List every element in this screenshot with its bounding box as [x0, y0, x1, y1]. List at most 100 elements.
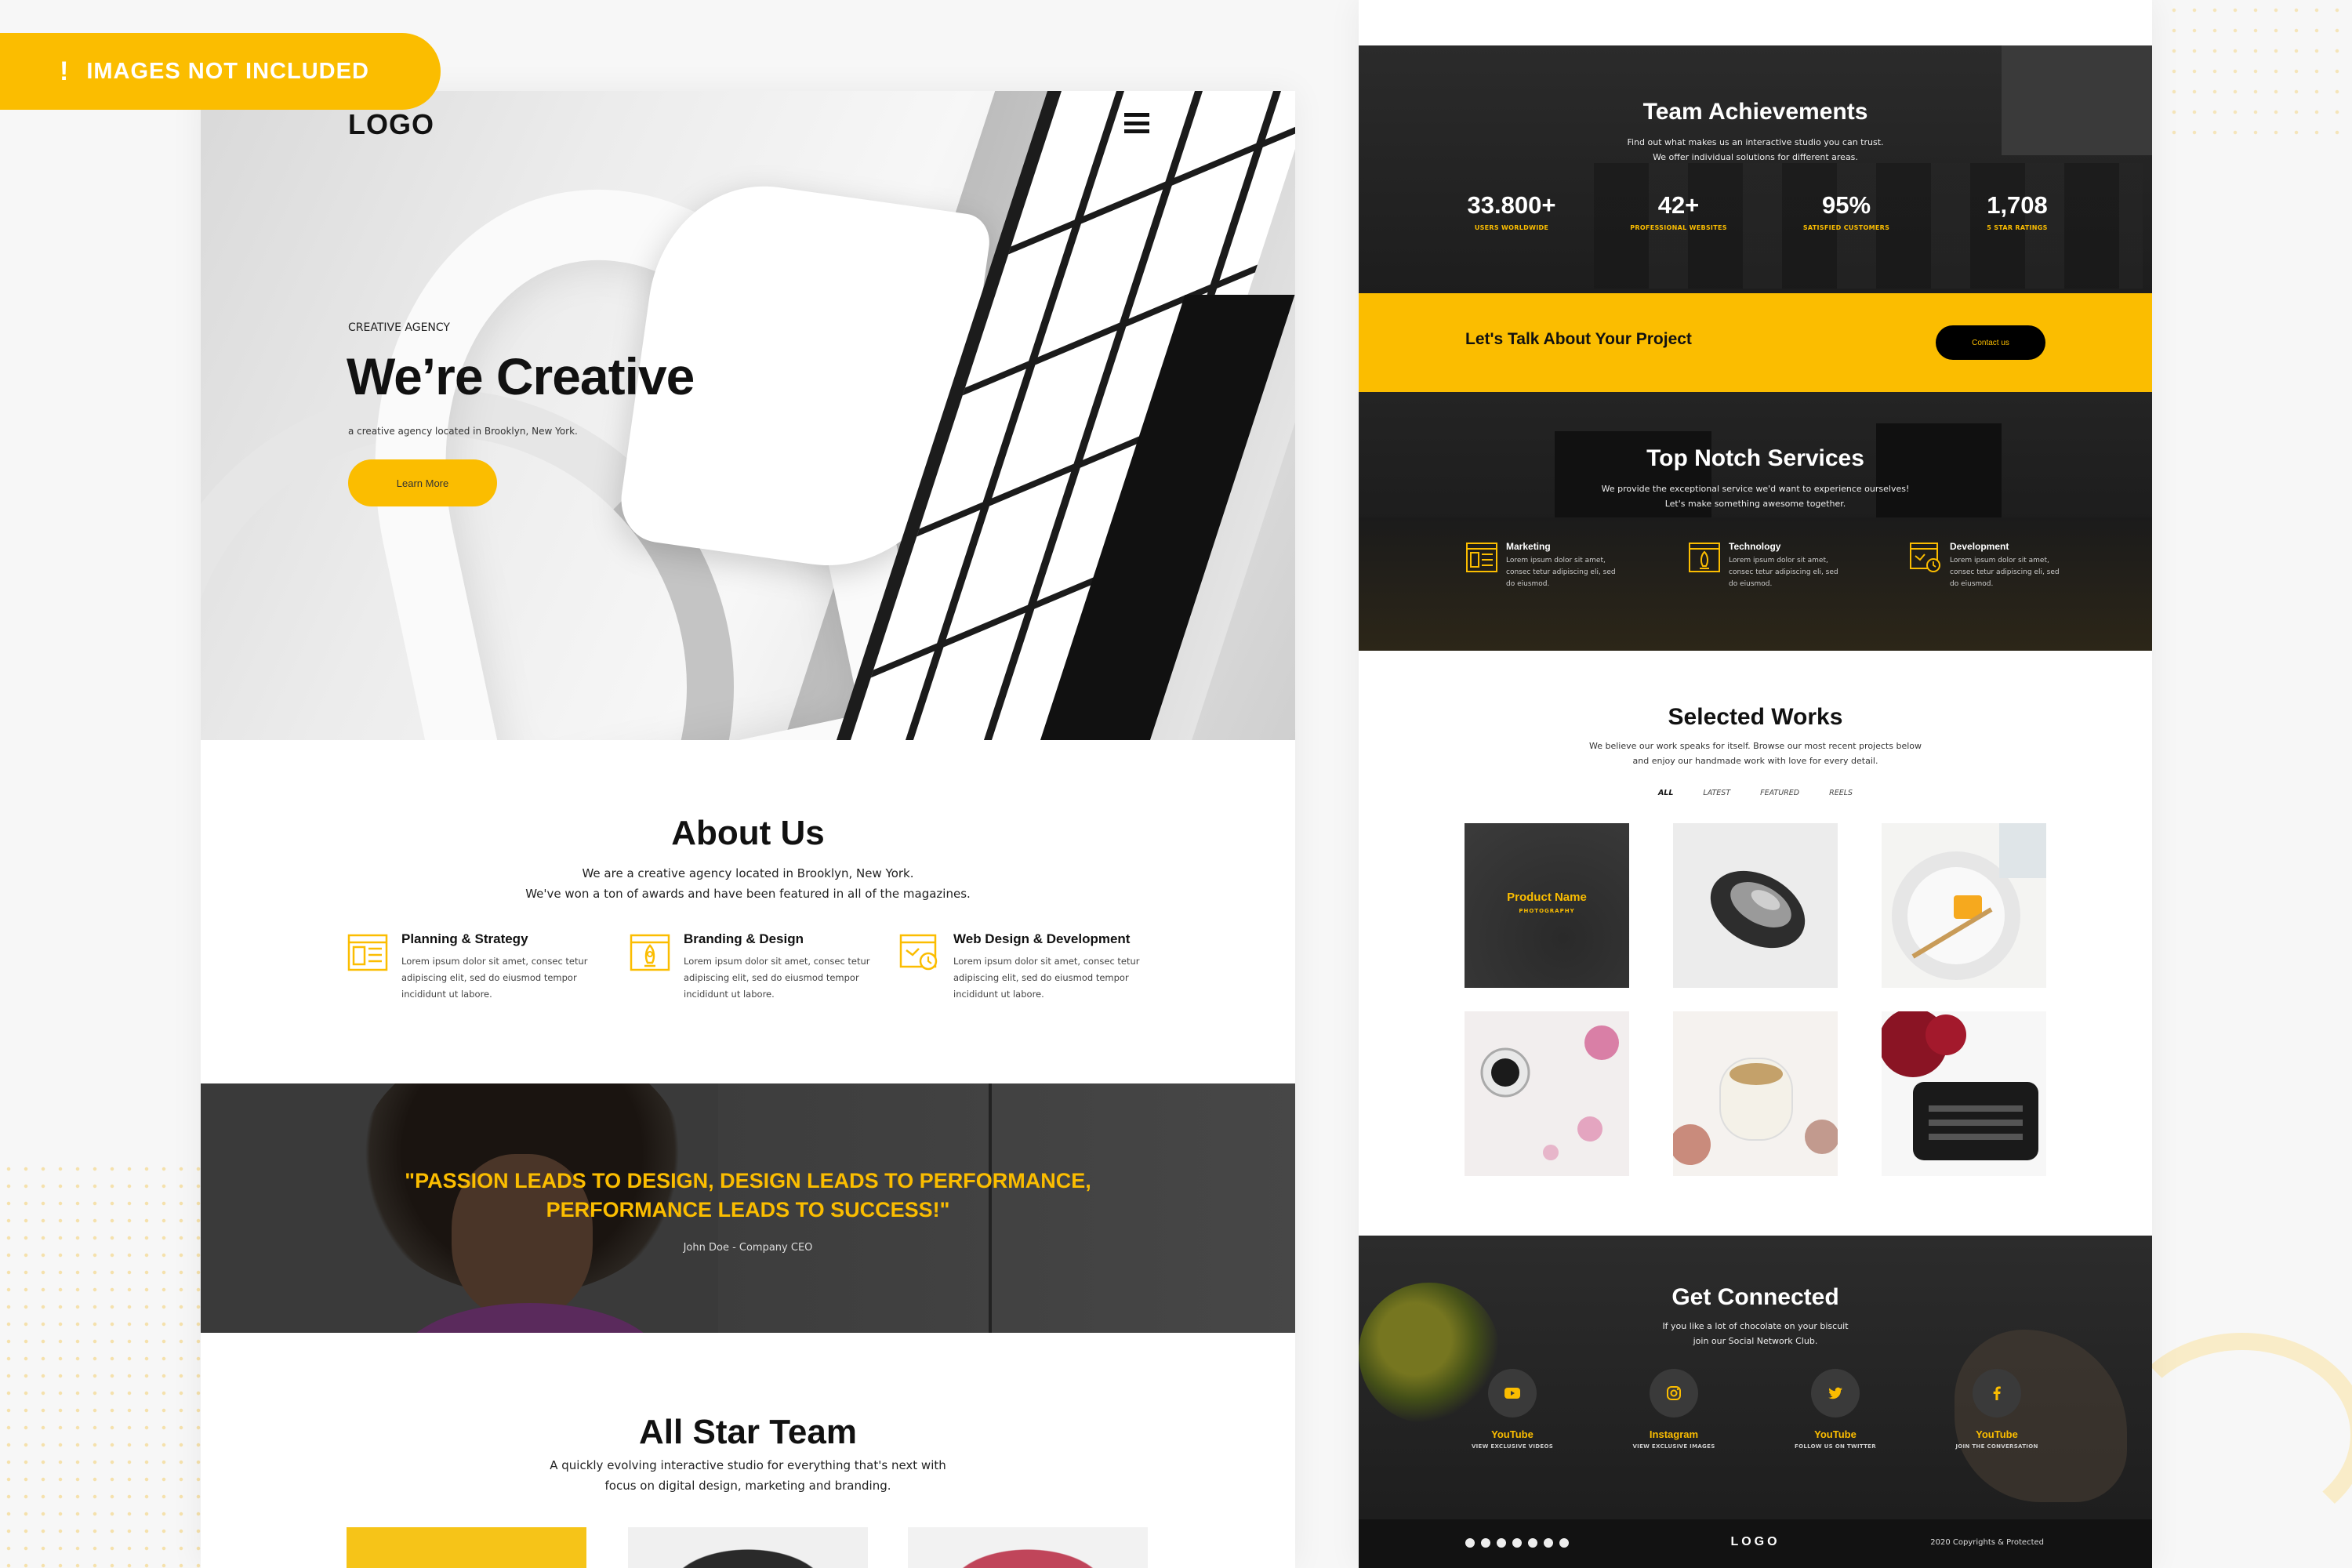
work-item-mouse[interactable] — [1673, 823, 1838, 988]
service-technology: Technology Lorem ipsum dolor sit amet, c… — [1688, 541, 1845, 604]
team-member-photo[interactable] — [908, 1527, 1148, 1568]
team-text-line: focus on digital design, marketing and b… — [604, 1479, 891, 1493]
exclamation-icon: ! — [60, 56, 70, 86]
feature-title: Planning & Strategy — [401, 931, 528, 946]
planning-icon — [347, 934, 388, 971]
connected-text-line: join our Social Network Club. — [1693, 1336, 1818, 1346]
dot-pattern-decoration — [0, 1160, 204, 1568]
works-text: We believe our work speaks for itself. B… — [1359, 739, 2152, 768]
about-text: We are a creative agency located in Broo… — [201, 863, 1295, 904]
stat-users: 33.800+ USERS WORLDWIDE — [1433, 191, 1590, 231]
service-marketing: Marketing Lorem ipsum dolor sit amet, co… — [1465, 541, 1622, 604]
filter-tab-all[interactable]: ALL — [1658, 789, 1673, 797]
coffee-image — [1480, 1025, 1619, 1160]
social-subtitle: VIEW EXCLUSIVE VIDEOS — [1471, 1443, 1554, 1450]
social-instagram[interactable]: Instagram VIEW EXCLUSIVE IMAGES — [1611, 1369, 1737, 1450]
filter-tab-featured[interactable]: FEATURED — [1760, 789, 1799, 797]
stat-label: 5 STAR RATINGS — [1987, 224, 2048, 231]
quote-author: John Doe - Company CEO — [683, 1242, 813, 1254]
cta-band: Let's Talk About Your Project Contact us — [1359, 293, 2152, 392]
achievements-title: Team Achievements — [1642, 99, 1868, 125]
work-item-title: Product Name — [1507, 891, 1587, 904]
service-development: Development Lorem ipsum dolor sit amet, … — [1909, 541, 2066, 604]
dot-pattern-decoration — [2164, 0, 2352, 141]
cta-text: Let's Talk About Your Project — [1465, 330, 1692, 348]
team-title: All Star Team — [639, 1413, 857, 1451]
twitter-icon[interactable] — [1811, 1369, 1860, 1417]
works-text-line: and enjoy our handmade work with love fo… — [1632, 756, 1878, 766]
development-icon — [1910, 543, 1940, 572]
works-title: Selected Works — [1668, 704, 1843, 730]
typewriter-image — [1882, 1011, 2038, 1160]
quote-text: "PASSION LEADS TO DESIGN, DESIGN LEADS T… — [201, 1167, 1295, 1225]
about-text-line: We are a creative agency located in Broo… — [582, 866, 914, 880]
filter-tab-reels[interactable]: REELS — [1829, 789, 1853, 797]
feature-title: Branding & Design — [684, 931, 804, 946]
work-item-candle[interactable] — [1673, 1011, 1838, 1176]
stat-value: 33.800+ — [1467, 191, 1556, 219]
logo[interactable]: LOGO — [348, 108, 434, 141]
connected-section: Get Connected If you like a lot of choco… — [1359, 1236, 2152, 1519]
badge-text: IMAGES NOT INCLUDED — [86, 58, 369, 84]
page-right: Team Achievements Find out what makes us… — [1359, 0, 2152, 1568]
stat-websites: 42+ PROFESSIONAL WEBSITES — [1600, 191, 1757, 231]
quote-line: PERFORMANCE LEADS TO SUCCESS!" — [546, 1198, 950, 1221]
wave-decoration — [2117, 1333, 2352, 1537]
team-member-photo[interactable] — [347, 1527, 586, 1568]
services-title: Top Notch Services — [1646, 445, 1864, 471]
feature-text: Lorem ipsum dolor sit amet, consec tetur… — [401, 956, 588, 1000]
work-item-plate[interactable] — [1882, 823, 2046, 988]
social-youtube[interactable]: YouTube VIEW EXCLUSIVE VIDEOS — [1450, 1369, 1575, 1450]
work-item-coffee[interactable] — [1465, 1011, 1629, 1176]
candle-image — [1673, 1058, 1838, 1165]
team-text: A quickly evolving interactive studio fo… — [201, 1455, 1295, 1496]
services-text-line: We provide the exceptional service we'd … — [1601, 484, 1910, 494]
web-design-icon — [899, 934, 938, 971]
services-text-line: Let's make something awesome together. — [1664, 499, 1846, 509]
works-text-line: We believe our work speaks for itself. B… — [1588, 741, 1922, 751]
hero-eyebrow: CREATIVE AGENCY — [348, 321, 450, 334]
social-twitter[interactable]: YouTube FOLLOW US ON TWITTER — [1773, 1369, 1898, 1450]
team-member-photo[interactable] — [628, 1527, 868, 1568]
social-facebook[interactable]: YouTube JOIN THE CONVERSATION — [1934, 1369, 2060, 1450]
hero-section: LOGO CREATIVE AGENCY We’re Creative a cr… — [201, 91, 1295, 740]
stat-value: 42+ — [1657, 191, 1700, 219]
stat-label: USERS WORLDWIDE — [1474, 224, 1549, 231]
service-text: Lorem ipsum dolor sit amet, consec tetur… — [1506, 557, 1616, 588]
achievements-text-line: We offer individual solutions for differ… — [1653, 152, 1858, 162]
about-text-line: We've won a ton of awards and have been … — [525, 887, 971, 901]
instagram-icon[interactable] — [1650, 1369, 1698, 1417]
hero-title: We’re Creative — [347, 347, 695, 405]
achievements-section: Team Achievements Find out what makes us… — [1359, 45, 2152, 293]
hero-subtitle: a creative agency located in Brooklyn, N… — [348, 426, 578, 437]
work-item-product[interactable]: Product Name PHOTOGRAPHY — [1465, 823, 1629, 988]
work-item-category: PHOTOGRAPHY — [1519, 908, 1575, 914]
stat-value: 95% — [1821, 191, 1871, 219]
stat-label: PROFESSIONAL WEBSITES — [1630, 224, 1727, 231]
technology-icon — [1689, 543, 1720, 572]
stat-value: 1,708 — [1987, 191, 2048, 219]
marketing-icon — [1466, 543, 1497, 572]
hamburger-icon[interactable] — [1124, 113, 1149, 133]
services-section: Top Notch Services We provide the except… — [1359, 392, 2152, 651]
contact-us-button[interactable]: Contact us — [1936, 325, 2045, 360]
stat-ratings: 1,708 5 STAR RATINGS — [1939, 191, 2096, 231]
social-name: Instagram — [1649, 1428, 1699, 1440]
youtube-icon[interactable] — [1488, 1369, 1537, 1417]
feature-text: Lorem ipsum dolor sit amet, consec tetur… — [684, 956, 870, 1000]
filter-tab-latest[interactable]: LATEST — [1703, 789, 1730, 797]
work-item-typewriter[interactable] — [1882, 1011, 2046, 1176]
team-text-line: A quickly evolving interactive studio fo… — [550, 1458, 946, 1472]
works-filter-tabs: ALL LATEST FEATURED REELS — [1359, 789, 2152, 797]
connected-text: If you like a lot of chocolate on your b… — [1359, 1319, 2152, 1348]
mouse-image — [1710, 870, 1806, 949]
facebook-icon[interactable] — [1973, 1369, 2021, 1417]
social-subtitle: VIEW EXCLUSIVE IMAGES — [1632, 1443, 1715, 1450]
feature-title: Web Design & Development — [953, 931, 1131, 946]
achievements-text: Find out what makes us an interactive st… — [1359, 135, 2152, 165]
learn-more-button[interactable]: Learn More — [348, 459, 497, 506]
images-not-included-badge: ! IMAGES NOT INCLUDED — [0, 33, 441, 110]
footer-copyright: 2020 Copyrights & Protected — [1930, 1538, 2044, 1547]
quote-line: "PASSION LEADS TO DESIGN, DESIGN LEADS T… — [405, 1169, 1091, 1192]
social-subtitle: JOIN THE CONVERSATION — [1955, 1443, 2038, 1450]
